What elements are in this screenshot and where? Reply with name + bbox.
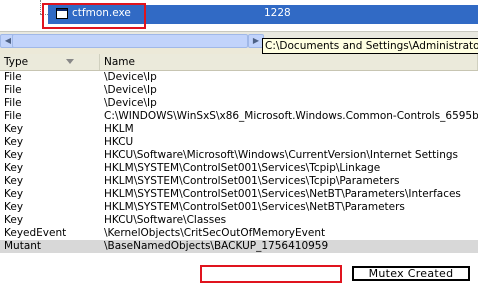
- mutex-highlight-box: [200, 265, 342, 283]
- handle-name: HKCU\Software\Microsoft\Windows\CurrentV…: [104, 149, 458, 161]
- table-row[interactable]: Key HKLM\SYSTEM\ControlSet001\Services\Ne…: [0, 201, 478, 214]
- handle-type: Key: [4, 136, 24, 148]
- handle-type: Key: [4, 214, 24, 226]
- process-pid: 1228: [264, 7, 291, 19]
- scroll-thumb[interactable]: [12, 34, 248, 48]
- column-type-header[interactable]: Type: [0, 54, 100, 70]
- table-row[interactable]: Key HKCU: [0, 136, 478, 149]
- handles-list: Type Name File \Device\Ip File \Device\Ip Fi…: [0, 54, 478, 288]
- column-header: Type Name: [0, 54, 478, 71]
- handle-name: HKLM\SYSTEM\ControlSet001\Services\Tcpip…: [104, 162, 381, 174]
- table-row[interactable]: Key HKLM: [0, 123, 478, 136]
- annotation-label: Mutex Created: [352, 266, 470, 281]
- path-tooltip: C:\Documents and Settings\Administrator\…: [262, 38, 478, 54]
- handle-name: \BaseNamedObjects\BACKUP_1756410959: [104, 240, 329, 252]
- handle-rows: File \Device\Ip File \Device\Ip File \Device\…: [0, 71, 478, 253]
- handle-name: HKLM\SYSTEM\ControlSet001\Services\Tcpip…: [104, 175, 400, 187]
- sort-down-icon: [66, 59, 74, 64]
- handle-type: Key: [4, 123, 24, 135]
- table-row[interactable]: Key HKLM\SYSTEM\ControlSet001\Services\Tc…: [0, 175, 478, 188]
- handle-type: Key: [4, 188, 24, 200]
- table-row[interactable]: Key HKLM\SYSTEM\ControlSet001\Services\Ne…: [0, 188, 478, 201]
- column-label: Type: [4, 56, 29, 68]
- handle-name: HKLM: [104, 123, 134, 135]
- handle-type: Key: [4, 149, 24, 161]
- handle-name: \KernelObjects\CritSecOutOfMemoryEvent: [104, 227, 326, 239]
- handle-type: File: [4, 110, 22, 122]
- handle-type: Key: [4, 175, 24, 187]
- handle-type: Key: [4, 162, 24, 174]
- table-row[interactable]: File C:\WINDOWS\WinSxS\x86_Microsoft.Wind…: [0, 110, 478, 123]
- handle-name: C:\WINDOWS\WinSxS\x86_Microsoft.Windows.…: [104, 110, 478, 122]
- handle-type: KeyedEvent: [4, 227, 67, 239]
- handle-type: Key: [4, 201, 24, 213]
- table-row[interactable]: File \Device\Ip: [0, 97, 478, 110]
- column-label: Name: [104, 56, 135, 68]
- handle-type: Mutant: [4, 240, 42, 252]
- handle-name: \Device\Ip: [104, 84, 157, 96]
- table-row[interactable]: File \Device\Ip: [0, 71, 478, 84]
- table-row[interactable]: Mutant \BaseNamedObjects\BACKUP_175641095…: [0, 240, 478, 253]
- table-row[interactable]: Key HKCU\Software\Classes: [0, 214, 478, 227]
- handle-name: HKCU: [104, 136, 134, 148]
- handle-type: File: [4, 71, 22, 83]
- column-name-header[interactable]: Name: [100, 54, 478, 70]
- table-row[interactable]: Key HKLM\SYSTEM\ControlSet001\Services\Tc…: [0, 162, 478, 175]
- handle-type: File: [4, 97, 22, 109]
- handle-name: \Device\Ip: [104, 97, 157, 109]
- handle-name: \Device\Ip: [104, 71, 157, 83]
- table-row[interactable]: Key HKCU\Software\Microsoft\Windows\Curre…: [0, 149, 478, 162]
- table-row[interactable]: KeyedEvent \KernelObjects\CritSecOutOfMem…: [0, 227, 478, 240]
- handle-name: HKLM\SYSTEM\ControlSet001\Services\NetBT…: [104, 201, 405, 213]
- handle-name: HKCU\Software\Classes: [104, 214, 227, 226]
- handle-name: HKLM\SYSTEM\ControlSet001\Services\NetBT…: [104, 188, 461, 200]
- handle-type: File: [4, 84, 22, 96]
- process-highlight-box: [42, 3, 146, 29]
- table-row[interactable]: File \Device\Ip: [0, 84, 478, 97]
